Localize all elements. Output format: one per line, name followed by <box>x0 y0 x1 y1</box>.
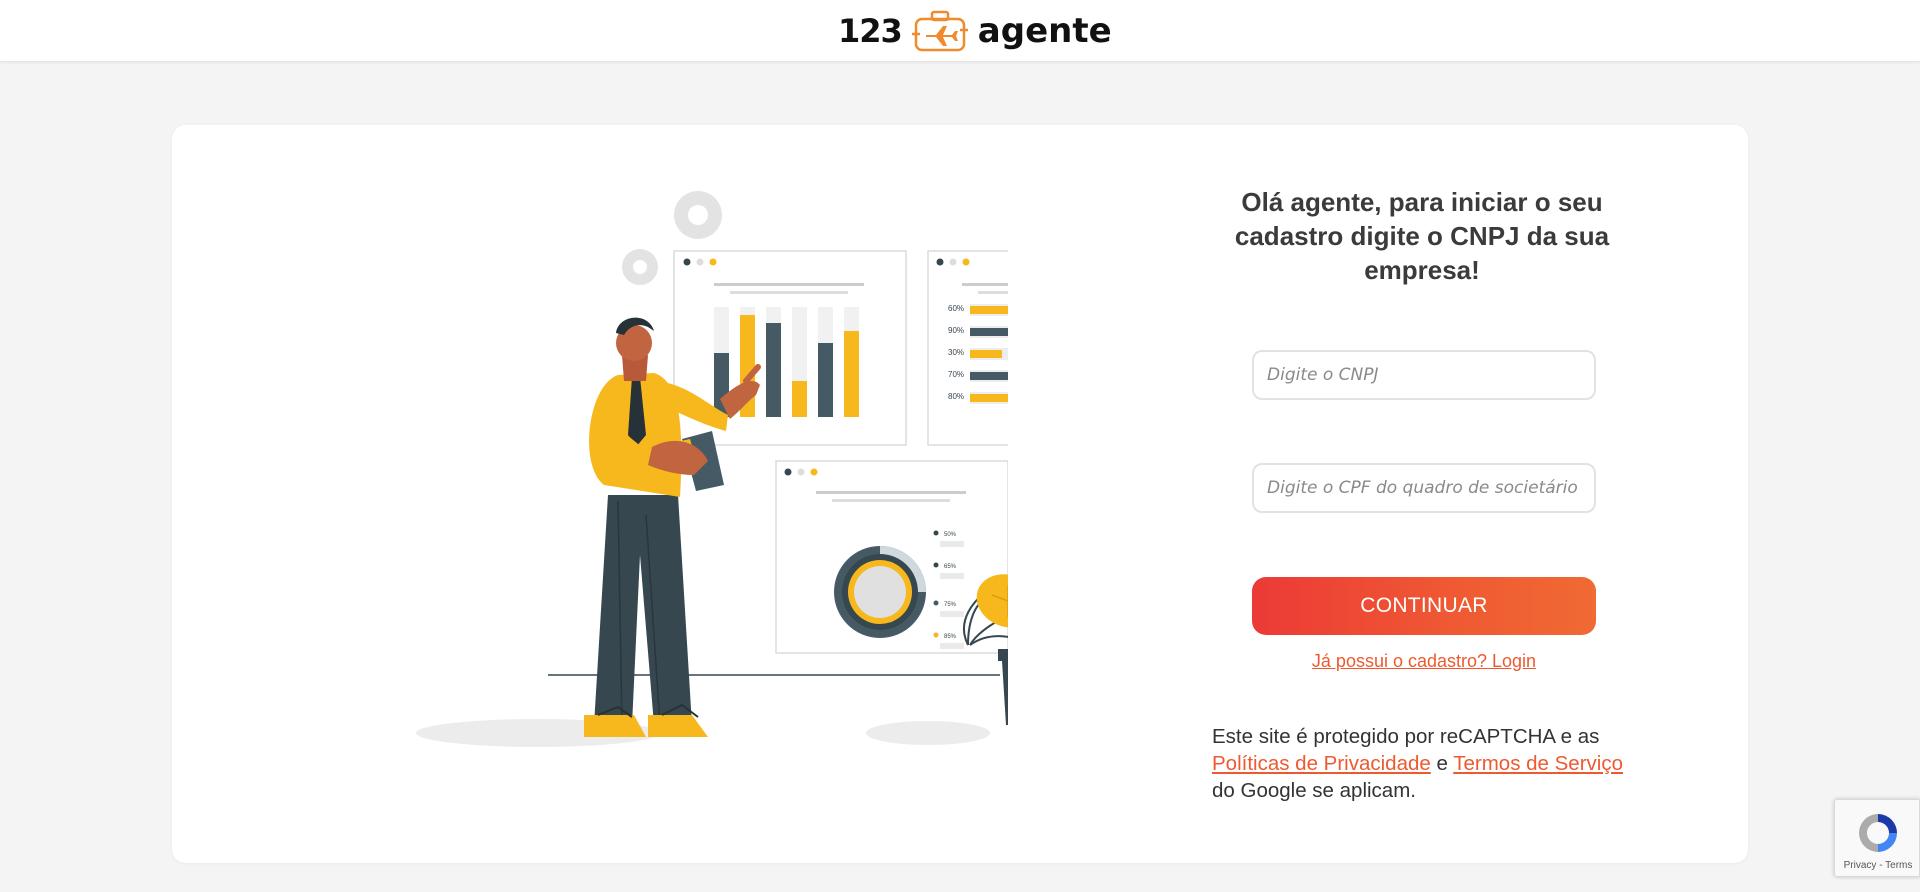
cpf-input[interactable] <box>1252 463 1596 513</box>
suitcase-airplane-icon <box>911 10 968 52</box>
terms-of-service-link[interactable]: Termos de Serviço <box>1453 752 1623 775</box>
recaptcha-notice-conjunction: e <box>1436 752 1448 775</box>
cnpj-input[interactable] <box>1252 350 1596 400</box>
donut-chart-panel: 50% 65% 75% 85% <box>775 460 1008 654</box>
bar-label: 80% <box>948 392 964 401</box>
login-link[interactable]: Já possui o cadastro? Login <box>1252 651 1596 672</box>
brand-logo[interactable]: 123 agente <box>838 10 1112 52</box>
donut-label: 65% <box>944 564 957 570</box>
signup-card: 60% 90% 30% 70% 80% 50% 65% 75% 85% Olá … <box>172 125 1748 863</box>
continue-button[interactable]: CONTINUAR <box>1252 577 1596 635</box>
progress-chart-panel: 60% 90% 30% 70% 80% <box>927 250 1008 446</box>
privacy-policy-link[interactable]: Políticas de Privacidade <box>1212 752 1431 775</box>
top-bar: 123 agente <box>0 0 1920 62</box>
bar-label: 60% <box>948 304 964 313</box>
donut-label: 50% <box>944 532 957 538</box>
recaptcha-notice-prefix: Este site é protegido por reCAPTCHA e as <box>1212 725 1600 748</box>
bar-label: 70% <box>948 370 964 379</box>
signup-form: Olá agente, para iniciar o seu cadastro … <box>1212 185 1632 802</box>
donut-label: 75% <box>944 602 957 608</box>
bar-label: 30% <box>948 348 964 357</box>
recaptcha-notice-suffix: do Google se aplicam. <box>1212 779 1416 802</box>
recaptcha-badge[interactable]: Privacy - Terms <box>1834 799 1920 877</box>
form-headline: Olá agente, para iniciar o seu cadastro … <box>1234 187 1610 285</box>
donut-label: 85% <box>944 634 957 640</box>
recaptcha-separator: - <box>1879 860 1883 871</box>
recaptcha-links: Privacy - Terms <box>1835 860 1920 871</box>
bar-label: 90% <box>948 326 964 335</box>
recaptcha-privacy-link[interactable]: Privacy <box>1844 860 1877 871</box>
recaptcha-notice: Este site é protegido por reCAPTCHA e as… <box>1212 723 1672 804</box>
recaptcha-icon <box>1859 814 1897 852</box>
recaptcha-terms-link[interactable]: Terms <box>1885 860 1912 871</box>
logo-number: 123 <box>838 12 903 50</box>
presenter-with-charts-illustration: 60% 90% 30% 70% 80% 50% 65% 75% 85% <box>416 191 1008 747</box>
logo-word: agente <box>977 11 1112 51</box>
